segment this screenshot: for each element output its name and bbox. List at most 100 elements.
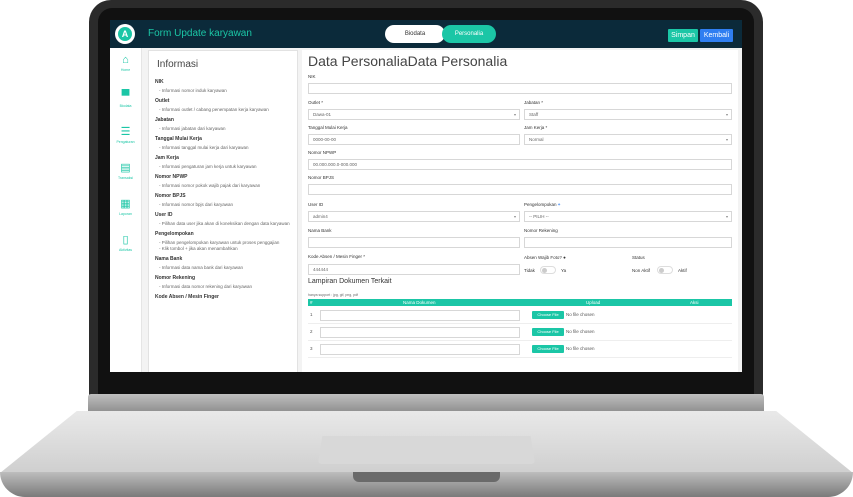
userid-label: User ID — [308, 202, 324, 207]
col-upload: Upload — [586, 300, 601, 305]
info-panel: Informasi NIK - Informasi nomor induk ka… — [148, 50, 298, 372]
sliders-icon: ☰ — [120, 126, 131, 138]
choose-file-button[interactable]: Choose File — [532, 345, 564, 353]
bpjs-field[interactable] — [308, 184, 732, 195]
personalia-form: Data PersonaliaData Personalia NIK Outle… — [302, 50, 738, 372]
chevron-down-icon: ▾ — [725, 112, 728, 117]
info-heading: User ID — [155, 212, 173, 218]
doc-name-field[interactable] — [320, 344, 520, 355]
file-status: No file chosen — [566, 329, 595, 334]
back-button[interactable]: Kembali — [700, 29, 733, 42]
info-desc: - Pilihan data user jika akan di koneksi… — [159, 221, 290, 226]
nav-item-transaksi[interactable]: ▤ Transaksi — [110, 162, 141, 180]
home-icon: ⌂ — [122, 54, 129, 66]
info-heading: Nomor BPJS — [155, 193, 186, 199]
doc-name-field[interactable] — [320, 310, 520, 321]
outlet-value: Dawa-01 — [313, 112, 332, 117]
document-icon: ▤ — [120, 162, 131, 174]
nav-item-home[interactable]: ⌂ Home — [110, 54, 141, 72]
info-heading: Outlet — [155, 98, 170, 104]
col-num: # — [310, 300, 313, 305]
tab-personalia[interactable]: Personalia — [442, 25, 496, 43]
foto-label-text: Absen Wajib Foto? — [524, 255, 562, 260]
side-nav: ⌂ Home ▀ Biodata ☰ Pengaturan ▤ Transaks… — [110, 48, 142, 372]
laptop-chin — [98, 372, 754, 396]
info-desc: - Informasi nomor induk karyawan — [159, 88, 227, 93]
info-desc: - Informasi pengaturan jam kerja untuk k… — [159, 164, 257, 169]
status-toggle[interactable] — [657, 266, 673, 274]
nav-label: Laporan — [119, 212, 132, 216]
info-desc: - Informasi nomor bpjs dari karyawan — [159, 202, 234, 207]
status-label: Status — [632, 255, 645, 260]
info-heading: Jam Kerja — [155, 155, 179, 161]
info-title: Informasi — [157, 59, 199, 70]
app-title: Form Update karyawan — [148, 28, 252, 39]
table-row: 3 Choose File No file chosen — [308, 341, 732, 358]
kelompok-value: -- PILIH -- — [529, 214, 549, 219]
nav-label: Aktivitas — [118, 248, 133, 252]
row-number: 3 — [310, 346, 313, 351]
bank-field[interactable] — [308, 237, 520, 248]
outlet-select[interactable]: Dawa-01 ▾ — [308, 109, 520, 120]
jabatan-label: Jabatan * — [524, 100, 544, 105]
nav-item-laporan[interactable]: ▦ Laporan — [110, 198, 141, 216]
laptop-notch — [353, 472, 500, 482]
info-desc: - Informasi jabatan dari karyawan — [159, 126, 226, 131]
nav-label: Pengaturan — [116, 140, 135, 144]
foto-label: Absen Wajib Foto? ● — [524, 255, 566, 260]
app-logo[interactable]: A — [115, 24, 135, 44]
chevron-down-icon: ▾ — [513, 112, 516, 117]
kelompok-select[interactable]: -- PILIH -- ▾ — [524, 211, 732, 222]
row-number: 2 — [310, 329, 313, 334]
info-heading: Kode Absen / Mesin Finger — [155, 294, 219, 300]
jabatan-select[interactable]: Staff ▾ — [524, 109, 732, 120]
doc-name-field[interactable] — [320, 327, 520, 338]
nik-field[interactable] — [308, 83, 732, 94]
info-heading: NIK — [155, 79, 164, 85]
info-desc: - Informasi tanggal mulai kerja dari kar… — [159, 145, 249, 150]
chevron-down-icon: ▾ — [725, 214, 728, 219]
kelompok-label-text: Pengelompokan — [524, 202, 557, 207]
foto-off-label: Tidak — [524, 268, 535, 273]
userid-select[interactable]: admin4 ▾ — [308, 211, 520, 222]
npwp-field[interactable]: 00.000.000.0-000.000 — [308, 159, 732, 170]
nav-label: Biodata — [119, 104, 132, 108]
foto-toggle[interactable] — [540, 266, 556, 274]
briefcase-icon: ▀ — [121, 90, 130, 102]
nav-label: Transaksi — [117, 176, 134, 180]
logo-icon: A — [118, 27, 132, 41]
info-heading: Nomor NPWP — [155, 174, 188, 180]
absen-field[interactable]: 444444 — [308, 264, 520, 275]
app-screen: A Form Update karyawan Biodata Personali… — [110, 20, 742, 372]
info-icon: ● — [563, 255, 566, 260]
info-list: NIK - Informasi nomor induk karyawan Out… — [155, 75, 293, 300]
tab-biodata[interactable]: Biodata — [385, 25, 445, 43]
rek-field[interactable] — [524, 237, 732, 248]
nav-item-pengaturan[interactable]: ☰ Pengaturan — [110, 126, 141, 144]
docs-table-header: # Nama Dokumen Upload Aksi — [308, 299, 732, 306]
tgl-field[interactable]: 0000-00-00 — [308, 134, 520, 145]
info-heading: Nama Bank — [155, 256, 183, 262]
info-desc: - Pilihan pengelompokan karyawan untuk p… — [159, 240, 280, 251]
status-on-label: Aktif — [678, 268, 687, 273]
file-status: No file chosen — [566, 312, 595, 317]
laptop-trackpad — [318, 436, 535, 464]
kelompok-label: Pengelompokan + — [524, 202, 560, 207]
nav-item-biodata[interactable]: ▀ Biodata — [110, 90, 141, 108]
choose-file-button[interactable]: Choose File — [532, 328, 564, 336]
clipboard-icon: ▦ — [120, 198, 131, 210]
choose-file-button[interactable]: Choose File — [532, 311, 564, 319]
chevron-down-icon: ▾ — [513, 214, 516, 219]
docs-title: Lampiran Dokumen Terkait — [308, 278, 392, 285]
foto-on-label: Ya — [561, 268, 567, 273]
nav-item-aktivitas[interactable]: ▯ Aktivitas — [110, 234, 141, 252]
save-button[interactable]: Simpan — [668, 29, 698, 42]
info-desc: - Informasi outlet / cabang penempatan k… — [159, 107, 269, 112]
info-desc: - Informasi data nomor rekening dari kar… — [159, 284, 253, 289]
laptop-hinge — [88, 394, 764, 412]
add-kelompok-button[interactable]: + — [558, 202, 561, 207]
col-aksi: Aksi — [690, 300, 699, 305]
table-row: 2 Choose File No file chosen — [308, 324, 732, 341]
jam-select[interactable]: Normal ▾ — [524, 134, 732, 145]
support-note: hanya support : jpg, gif, png, pdf — [308, 293, 359, 297]
